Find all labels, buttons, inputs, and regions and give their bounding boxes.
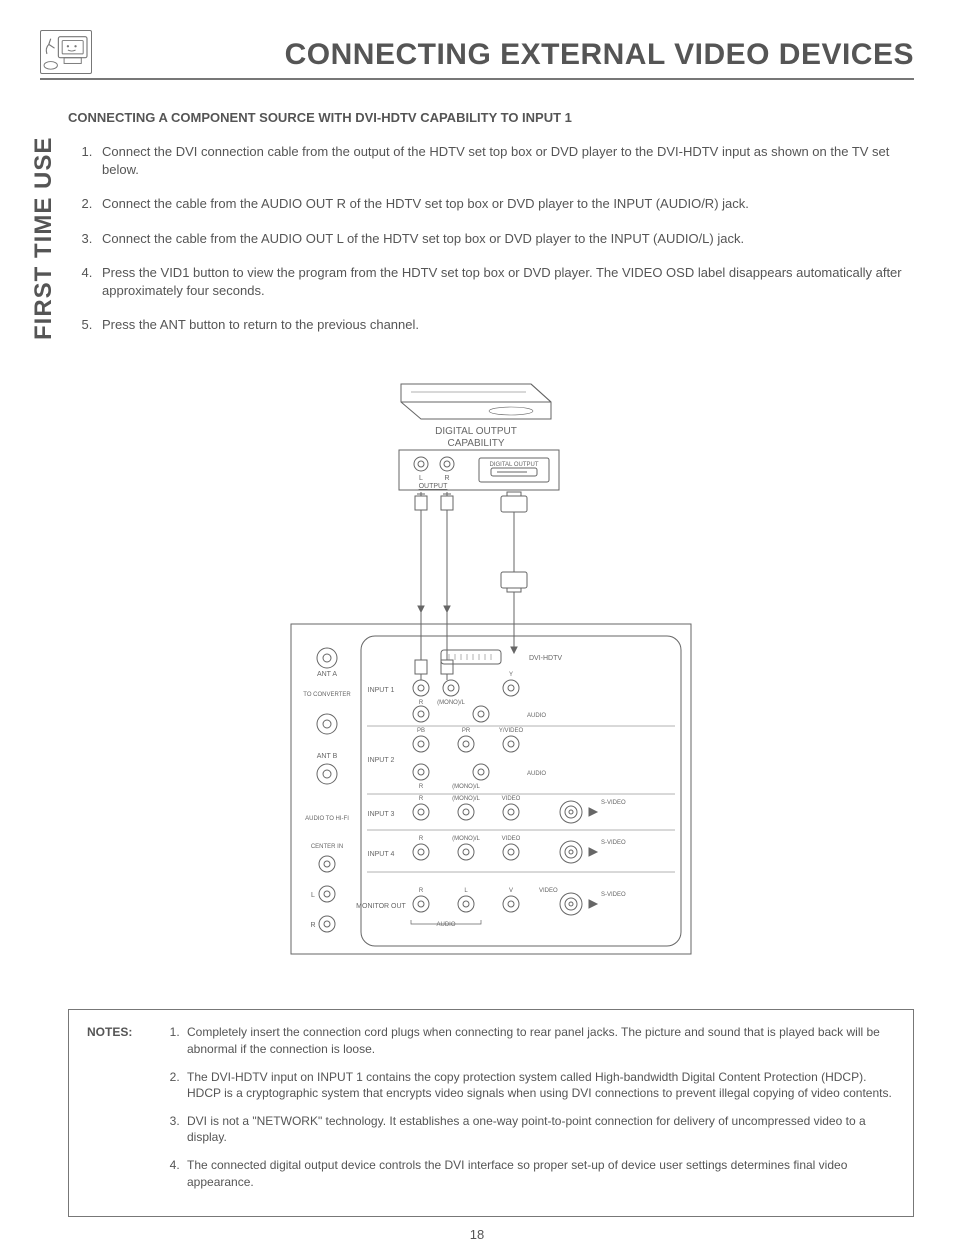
diagram-label: V — [509, 888, 513, 894]
diagram-label: VIDEO — [539, 888, 558, 894]
diagram-label: (MONO)/L — [452, 784, 480, 790]
diagram-label: VIDEO — [502, 836, 521, 842]
diagram-label: Y/VIDEO — [499, 728, 524, 734]
step-item: Press the VID1 button to view the progra… — [96, 264, 914, 300]
note-item: The connected digital output device cont… — [183, 1157, 895, 1189]
connection-diagram: DIGITAL OUTPUT CAPABILITY L R DIGITAL OU… — [68, 374, 914, 969]
note-item: Completely insert the connection cord pl… — [183, 1024, 895, 1056]
diagram-label: ANT B — [317, 753, 338, 760]
diagram-label: L — [464, 888, 468, 894]
logo-icon — [40, 30, 92, 74]
diagram-label: OUTPUT — [419, 483, 449, 490]
diagram-label: (MONO)/L — [452, 796, 480, 802]
diagram-label: Y — [509, 672, 513, 678]
page-header: CONNECTING EXTERNAL VIDEO DEVICES — [40, 30, 914, 80]
diagram-label: AUDIO — [436, 922, 455, 928]
diagram-label: MONITOR OUT — [356, 903, 406, 910]
diagram-label: INPUT 4 — [368, 851, 395, 858]
diagram-label: CENTER IN — [311, 844, 343, 850]
diagram-label: INPUT 1 — [368, 687, 395, 694]
diagram-label: S-VIDEO — [601, 800, 626, 806]
note-item: DVI is not a "NETWORK" technology. It es… — [183, 1113, 895, 1145]
diagram-label: (MONO)/L — [452, 836, 480, 842]
step-item: Connect the cable from the AUDIO OUT R o… — [96, 195, 914, 213]
sub-heading: CONNECTING A COMPONENT SOURCE WITH DVI-H… — [68, 110, 914, 125]
diagram-label: R — [444, 475, 449, 482]
diagram-label: PR — [462, 728, 471, 734]
diagram-label: INPUT 3 — [368, 811, 395, 818]
diagram-label: DVI-HDTV — [529, 655, 562, 662]
diagram-label: AUDIO — [527, 771, 546, 777]
instruction-list: Connect the DVI connection cable from th… — [68, 143, 914, 334]
side-section-label: FIRST TIME USE — [30, 137, 58, 340]
diagram-label: TO CONVERTER — [303, 692, 351, 698]
notes-box: NOTES: Completely insert the connection … — [68, 1009, 914, 1217]
step-item: Press the ANT button to return to the pr… — [96, 316, 914, 334]
diagram-label: AUDIO — [527, 713, 546, 719]
diagram-label: R — [419, 784, 424, 790]
page-number: 18 — [40, 1227, 914, 1242]
diagram-label: ANT A — [317, 671, 337, 678]
diagram-label: S-VIDEO — [601, 892, 626, 898]
notes-label: NOTES: — [87, 1024, 147, 1202]
diagram-label: R — [310, 922, 315, 929]
diagram-label: S-VIDEO — [601, 840, 626, 846]
diagram-label: DIGITAL OUTPUT — [435, 426, 517, 437]
diagram-label: L — [419, 475, 423, 482]
step-item: Connect the cable from the AUDIO OUT L o… — [96, 230, 914, 248]
page-title: CONNECTING EXTERNAL VIDEO DEVICES — [112, 38, 914, 74]
diagram-label: R — [419, 888, 424, 894]
diagram-label: INPUT 2 — [368, 757, 395, 764]
diagram-label: AUDIO TO HI-FI — [305, 816, 349, 822]
diagram-label: R — [419, 836, 424, 842]
diagram-label: PB — [417, 728, 425, 734]
step-item: Connect the DVI connection cable from th… — [96, 143, 914, 179]
diagram-label: VIDEO — [502, 796, 521, 802]
diagram-label: R — [419, 700, 424, 706]
note-item: The DVI-HDTV input on INPUT 1 contains t… — [183, 1069, 895, 1101]
notes-list: Completely insert the connection cord pl… — [161, 1024, 895, 1202]
diagram-label: (MONO)/L — [437, 700, 465, 706]
diagram-label: L — [311, 892, 315, 899]
diagram-label: CAPABILITY — [447, 438, 504, 449]
diagram-label: R — [419, 796, 424, 802]
diagram-label: DIGITAL OUTPUT — [489, 462, 538, 468]
